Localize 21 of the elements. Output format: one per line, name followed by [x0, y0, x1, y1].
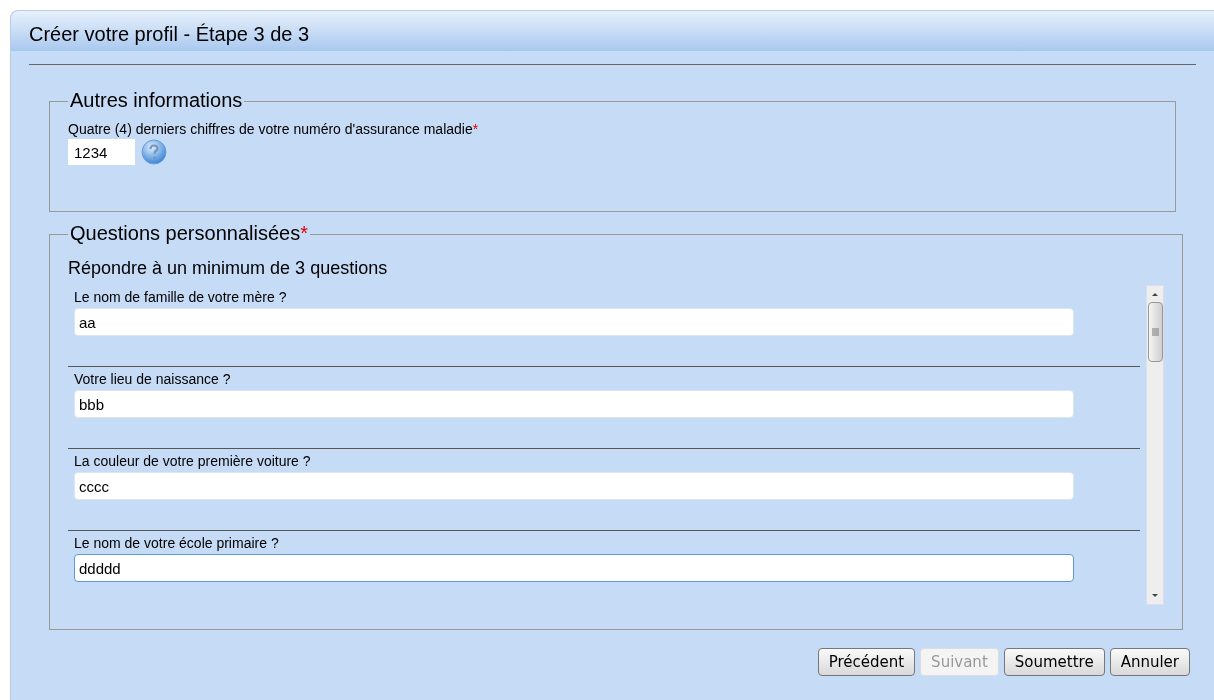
instruction-text: Répondre à un minimum de 3 questions — [68, 257, 388, 279]
form-button[interactable]: Soumettre — [1003, 648, 1105, 676]
answer-field[interactable]: cccc — [74, 472, 1074, 500]
answer-field[interactable]: aa — [74, 308, 1074, 336]
section-legend: Autres informations — [70, 89, 243, 111]
help-icon[interactable] — [141, 139, 167, 165]
question-label: La couleur de votre première voiture ? — [74, 452, 311, 470]
section-legend: Questions personnalisées* — [70, 222, 308, 244]
form-button[interactable]: Précédent — [817, 648, 916, 676]
grip-icon — [1151, 328, 1159, 336]
field-label: Quatre (4) derniers chiffres de votre numéro d'assurance maladie* — [68, 120, 479, 138]
question-label: Votre lieu de naissance ? — [74, 370, 231, 388]
window-title: Créer votre profil - Étape 3 de 3 — [29, 22, 310, 47]
answer-field[interactable]: ddddd — [74, 554, 1074, 582]
input-field[interactable]: 1234 — [68, 139, 135, 165]
question-label: Le nom de votre école primaire ? — [74, 534, 279, 552]
form-button[interactable]: Annuler — [1109, 648, 1190, 676]
scrollbar[interactable] — [1146, 285, 1164, 605]
question-label: Le nom de famille de votre mère ? — [74, 288, 287, 306]
answer-field[interactable]: bbb — [74, 390, 1074, 418]
scroll-thumb[interactable] — [1147, 302, 1163, 362]
